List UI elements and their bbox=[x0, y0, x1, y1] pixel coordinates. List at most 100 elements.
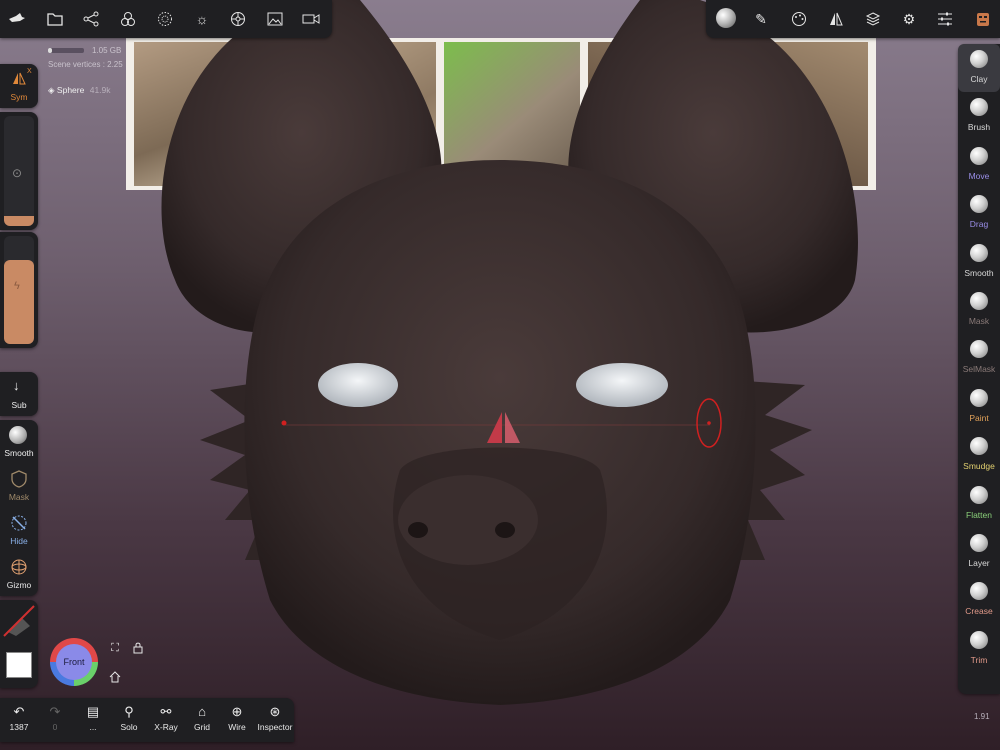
magnifier-icon: ⚲ bbox=[124, 704, 134, 719]
settings-wheel-icon[interactable] bbox=[227, 10, 249, 28]
smooth-tool-button[interactable]: Smooth bbox=[0, 420, 38, 464]
folder-icon[interactable] bbox=[44, 10, 66, 28]
tool-trim-button[interactable]: Trim bbox=[958, 625, 1000, 673]
top-left-toolbar: ☼ bbox=[0, 0, 332, 38]
mask-tool-icon bbox=[970, 292, 988, 310]
view-cube[interactable]: Front bbox=[50, 638, 98, 686]
tool-label: Brush bbox=[967, 122, 991, 133]
tool-layer-button[interactable]: Layer bbox=[958, 528, 1000, 576]
palette-icon[interactable] bbox=[788, 10, 810, 28]
grid-label: Grid bbox=[193, 722, 211, 732]
page-button[interactable]: ▤ ... bbox=[78, 698, 108, 742]
tool-label: Flatten bbox=[966, 509, 992, 520]
frame-icon[interactable]: ⛶ bbox=[108, 641, 122, 655]
intensity-slider-track: ϟ bbox=[4, 236, 34, 344]
layer-tool-icon bbox=[970, 534, 988, 552]
image-icon[interactable] bbox=[264, 10, 286, 28]
redo-count: 0 bbox=[52, 722, 58, 732]
fps-text: 1.91 bbox=[974, 712, 990, 721]
layers-icon[interactable] bbox=[862, 10, 884, 28]
memory-text: 1.05 GB bbox=[92, 46, 122, 55]
tool-label: Paint bbox=[969, 412, 989, 423]
tool-drag-button[interactable]: Drag bbox=[958, 189, 1000, 237]
undo-button[interactable]: ↶ 1387 bbox=[4, 698, 34, 742]
tool-paint-button[interactable]: Paint bbox=[958, 383, 1000, 431]
pencil-icon[interactable]: ✎ bbox=[750, 10, 772, 28]
nose bbox=[398, 475, 538, 565]
matcap-ball-icon[interactable] bbox=[714, 6, 738, 30]
mask-label: Mask bbox=[8, 492, 30, 502]
mesh-icon: ◈ bbox=[48, 85, 55, 95]
share-graph-icon[interactable] bbox=[80, 10, 102, 28]
tool-flatten-button[interactable]: Flatten bbox=[958, 480, 1000, 528]
lock-icon[interactable] bbox=[131, 641, 145, 655]
dotted-sphere-icon[interactable] bbox=[154, 10, 176, 28]
tool-mask-button[interactable]: Mask bbox=[958, 286, 1000, 334]
sun-icon[interactable]: ☼ bbox=[191, 10, 213, 28]
radius-icon: ⊙ bbox=[12, 166, 23, 180]
mesh-info[interactable]: ◈ Sphere 41.9k bbox=[48, 85, 111, 96]
inspector-icon: ⊛ bbox=[269, 704, 281, 719]
tool-label: Mask bbox=[968, 316, 990, 326]
sliders-icon[interactable] bbox=[934, 10, 956, 28]
gizmo-tool-button[interactable]: Gizmo bbox=[0, 552, 38, 596]
home-icon[interactable] bbox=[108, 670, 122, 684]
redo-button[interactable]: ↷ 0 bbox=[40, 698, 70, 742]
move-tool-icon bbox=[970, 146, 988, 165]
sym-label: Sym bbox=[10, 92, 28, 102]
tool-smudge-button[interactable]: Smudge bbox=[958, 431, 1000, 479]
mesh-vertices: 41.9k bbox=[89, 85, 111, 95]
nostril-right bbox=[495, 522, 515, 538]
inspector-button[interactable]: ⊛ Inspector bbox=[256, 698, 294, 742]
tool-brush-button[interactable]: Brush bbox=[958, 92, 1000, 140]
symmetry-icon[interactable] bbox=[825, 10, 847, 28]
material-disabled-icon[interactable] bbox=[2, 604, 36, 638]
shapes-icon[interactable] bbox=[117, 10, 139, 28]
radius-slider[interactable]: ⊙ bbox=[0, 112, 38, 230]
smooth-tool-icon bbox=[970, 243, 988, 262]
sub-panel: ↓ Sub bbox=[0, 372, 38, 416]
sym-badge: X bbox=[27, 68, 32, 75]
view-cube-label: Front bbox=[63, 657, 85, 667]
gear-icon[interactable]: ⚙ bbox=[898, 10, 920, 28]
nomad-head-icon[interactable] bbox=[972, 8, 994, 30]
wire-label: Wire bbox=[228, 722, 246, 732]
xray-button[interactable]: ⚯ X-Ray bbox=[150, 698, 182, 742]
symmetry-point-left bbox=[281, 420, 287, 426]
tool-label: Clay bbox=[970, 74, 988, 84]
solo-label: Solo bbox=[120, 722, 138, 732]
top-right-toolbar: ✎ ⚙ bbox=[706, 0, 1000, 38]
solo-button[interactable]: ⚲ Solo bbox=[114, 698, 144, 742]
tool-label: Crease bbox=[965, 606, 993, 617]
wire-button[interactable]: ⊕ Wire bbox=[222, 698, 252, 742]
mask-tool-button[interactable]: Mask bbox=[0, 464, 38, 508]
trim-tool-icon bbox=[970, 630, 988, 649]
tool-clay-button[interactable]: Clay bbox=[958, 44, 1000, 92]
radius-slider-fill bbox=[4, 216, 34, 226]
gizmo-label: Gizmo bbox=[6, 580, 32, 590]
tool-move-button[interactable]: Move bbox=[958, 141, 1000, 189]
eye-right bbox=[576, 363, 668, 407]
tool-label: Move bbox=[968, 170, 990, 181]
video-camera-icon[interactable] bbox=[300, 10, 322, 28]
hide-label: Hide bbox=[10, 536, 28, 546]
glasses-icon: ⚯ bbox=[160, 704, 172, 719]
hide-tool-button[interactable]: Hide bbox=[0, 508, 38, 552]
clay-tool-icon bbox=[970, 50, 988, 68]
sculpt-viewport[interactable] bbox=[0, 0, 1000, 750]
grid-button[interactable]: ⌂ Grid bbox=[188, 698, 216, 742]
tool-crease-button[interactable]: Crease bbox=[958, 576, 1000, 624]
intensity-slider[interactable]: ϟ bbox=[0, 232, 38, 348]
color-swatch[interactable] bbox=[6, 652, 32, 678]
wire-sphere-icon: ⊕ bbox=[231, 704, 243, 719]
bird-icon[interactable] bbox=[6, 10, 28, 28]
smooth-icon bbox=[9, 426, 27, 444]
tool-selmask-button[interactable]: SelMask bbox=[958, 334, 1000, 382]
inspector-label: Inspector bbox=[257, 722, 293, 732]
memory-bar bbox=[48, 48, 84, 53]
undo-icon: ↶ bbox=[13, 704, 25, 719]
sym-button[interactable]: X Sym bbox=[0, 64, 38, 108]
sub-button[interactable]: ↓ Sub bbox=[0, 372, 38, 416]
scene-vertices-text: Scene vertices : 2.25 bbox=[48, 60, 123, 69]
tool-smooth-button[interactable]: Smooth bbox=[958, 238, 1000, 286]
